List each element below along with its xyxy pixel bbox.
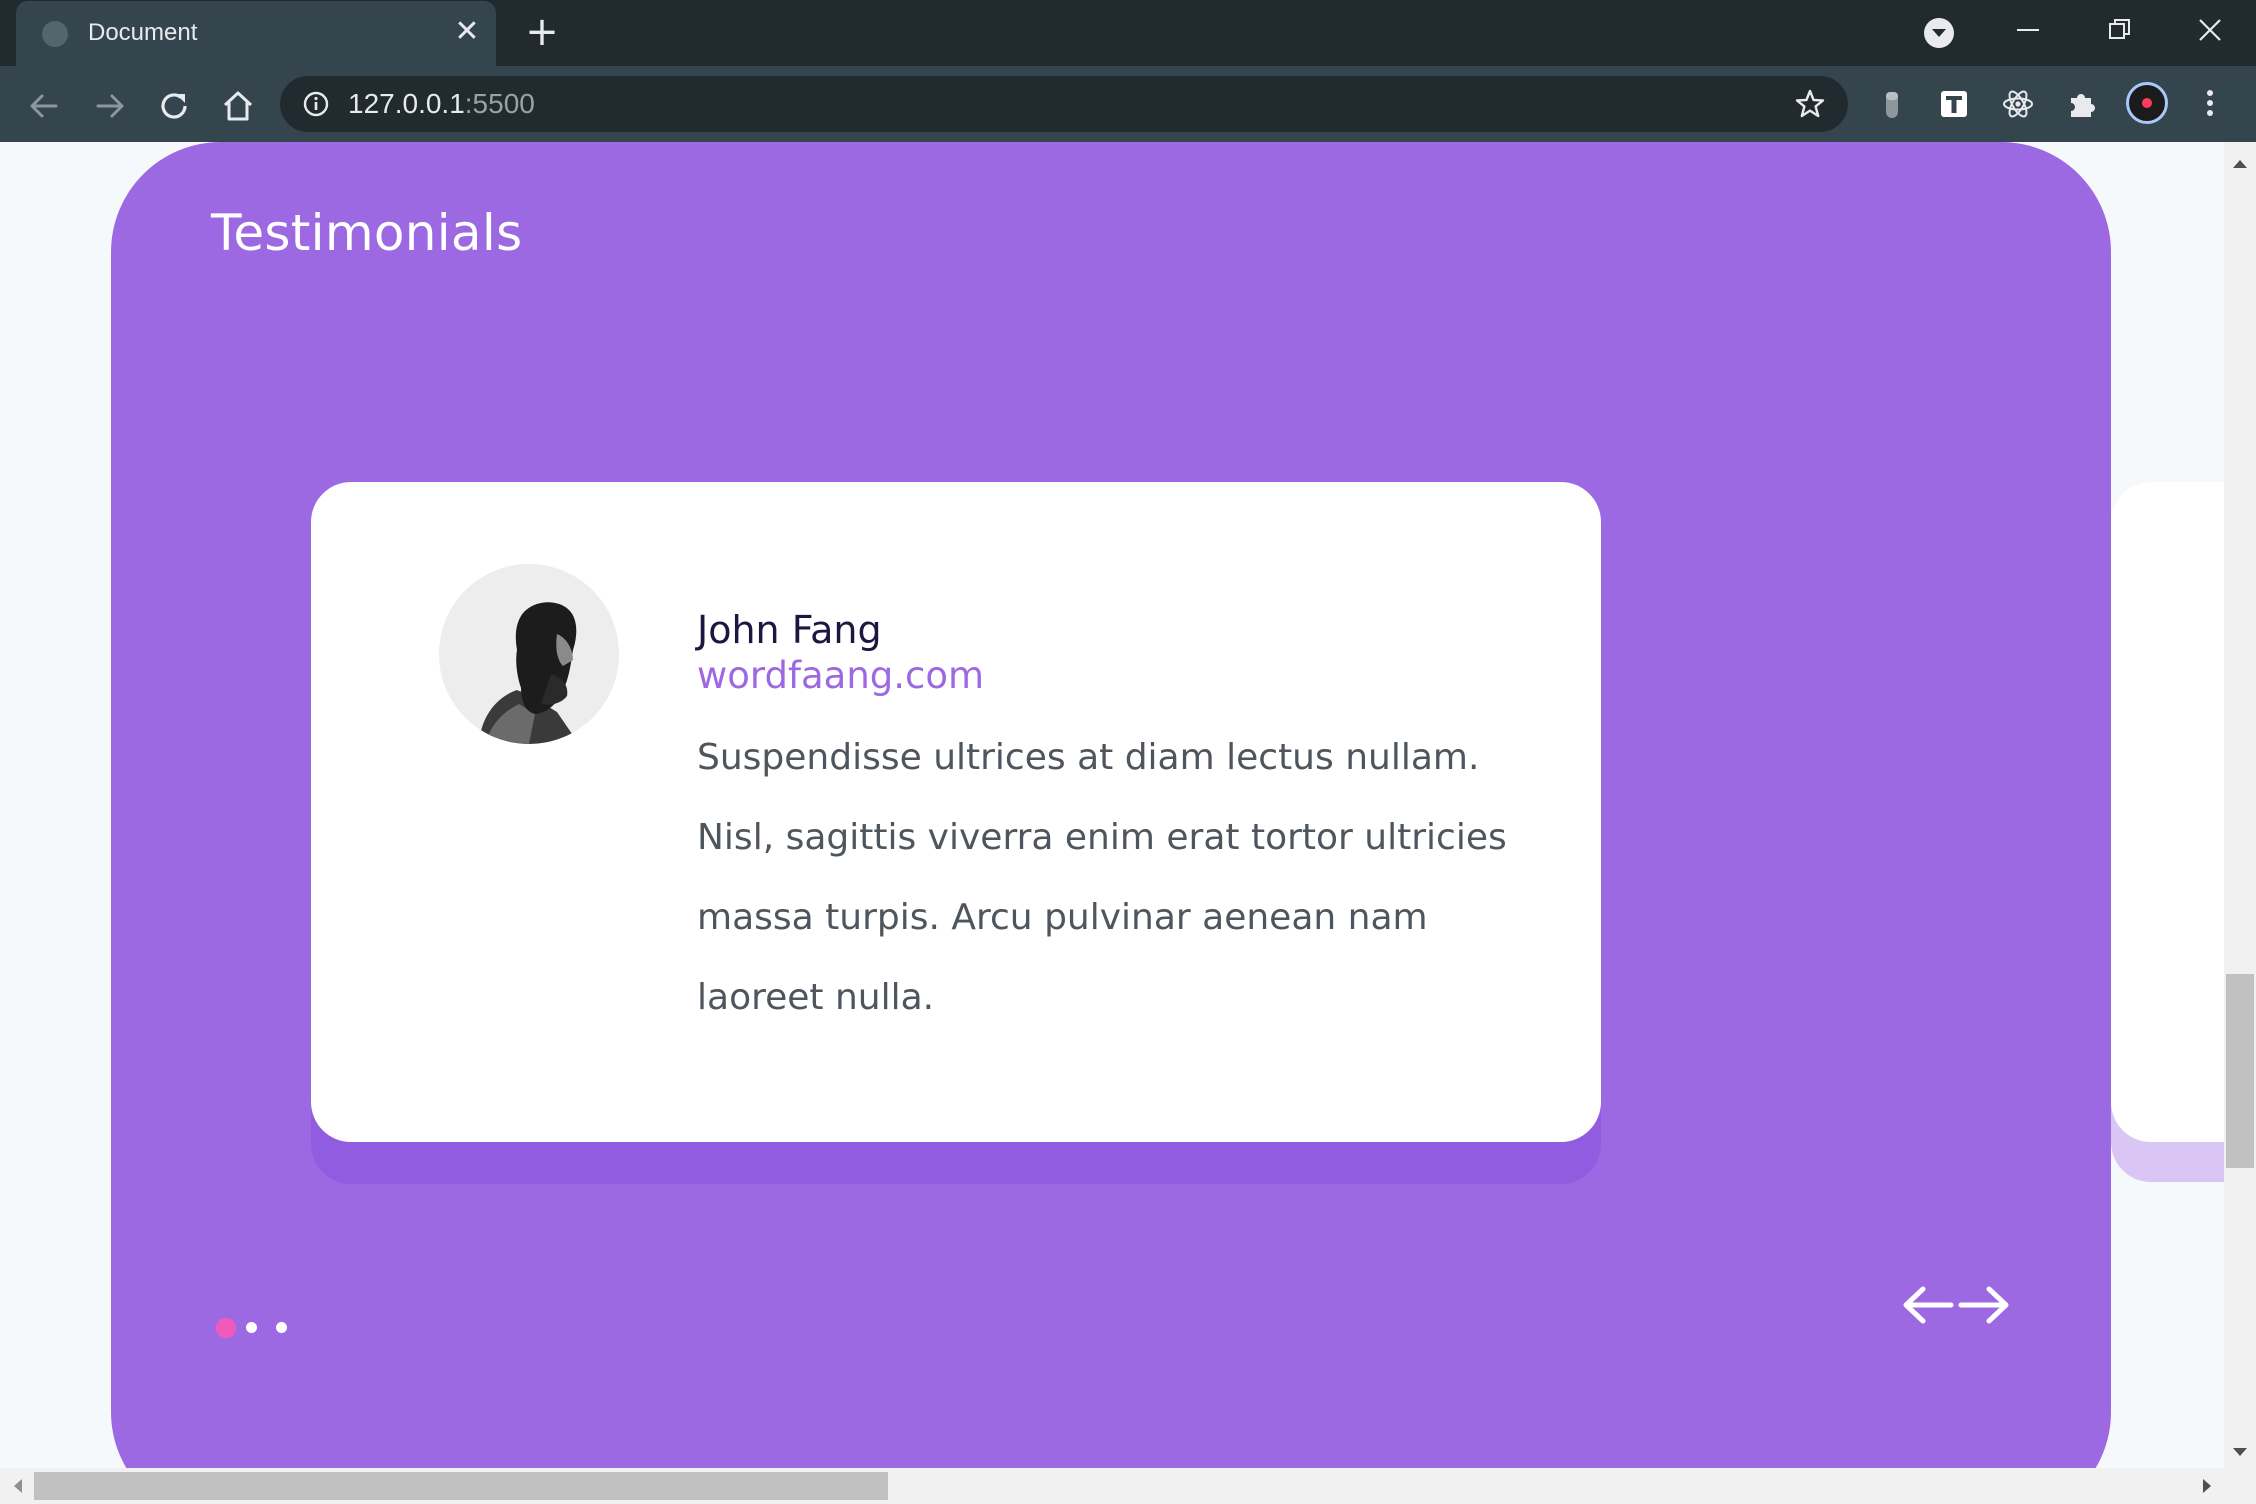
next-testimonial-card (2111, 482, 2224, 1142)
scroll-up-icon[interactable] (2224, 148, 2256, 178)
info-icon[interactable] (302, 90, 330, 118)
arrow-left-icon (30, 94, 58, 118)
minimize-button[interactable] (1998, 0, 2058, 58)
arrow-left-icon (1903, 1286, 1954, 1324)
avatar (439, 564, 619, 744)
testimonial-name: John Fang (697, 608, 882, 652)
home-button[interactable] (216, 84, 260, 128)
testimonials-section: Testimonials John Fang wordfaang.com Sus… (111, 142, 2111, 1468)
reload-icon (161, 93, 187, 119)
new-tab-button[interactable]: + (522, 12, 562, 52)
pagination-dot[interactable] (246, 1322, 257, 1333)
back-button[interactable] (22, 84, 66, 128)
page-viewport: Testimonials John Fang wordfaang.com Sus… (0, 142, 2224, 1468)
forward-button[interactable] (88, 84, 132, 128)
tab-title: Document (88, 19, 198, 46)
globe-icon (42, 21, 68, 47)
browser-tab[interactable]: Document ✕ (16, 1, 496, 66)
reload-button[interactable] (152, 84, 196, 128)
address-bar[interactable]: 127.0.0.1:5500 (280, 76, 1848, 132)
pagination-dot-active[interactable] (216, 1318, 236, 1338)
scroll-left-icon[interactable] (2, 1468, 32, 1504)
scroll-right-icon[interactable] (2192, 1468, 2222, 1504)
arrow-right-icon (96, 94, 124, 118)
scroll-down-icon[interactable] (2224, 1438, 2256, 1468)
restore-button[interactable] (2090, 0, 2150, 58)
url-text[interactable]: 127.0.0.1:5500 (348, 88, 535, 120)
carousel-prev-button[interactable] (1899, 1280, 1955, 1330)
t-extension-icon[interactable] (1936, 86, 1972, 122)
react-devtools-icon[interactable] (2000, 86, 2036, 122)
tab-search-button[interactable] (1924, 18, 1954, 48)
menu-dot (2207, 110, 2213, 116)
close-window-button[interactable] (2180, 0, 2240, 58)
arrow-right-icon (1958, 1286, 2009, 1324)
menu-dot (2207, 100, 2213, 106)
section-title: Testimonials (211, 204, 523, 262)
close-tab-button[interactable]: ✕ (450, 15, 484, 49)
home-icon (223, 91, 253, 121)
profile-avatar-button[interactable] (2126, 82, 2168, 124)
menu-dot (2207, 90, 2213, 96)
person-silhouette-icon (439, 564, 619, 744)
chevron-down-icon (1932, 29, 1946, 37)
horizontal-scroll-thumb[interactable] (34, 1472, 888, 1500)
close-icon (2199, 19, 2221, 41)
pagination-dot[interactable] (276, 1322, 287, 1333)
testimonial-card: John Fang wordfaang.com Suspendisse ultr… (311, 482, 1601, 1142)
puzzle-icon[interactable] (2064, 86, 2100, 122)
vertical-scrollbar[interactable] (2224, 142, 2256, 1504)
testimonial-quote: Suspendisse ultrices at diam lectus null… (697, 737, 1507, 1018)
star-icon[interactable] (1794, 88, 1826, 120)
tab-strip: Document ✕ + (0, 0, 2256, 66)
vertical-scroll-thumb[interactable] (2226, 974, 2254, 1168)
lock-extension-icon[interactable] (1874, 86, 1910, 122)
browser-menu-button[interactable] (2200, 86, 2220, 122)
carousel-next-button[interactable] (1957, 1280, 2013, 1330)
minimize-icon (2017, 29, 2039, 31)
profile-avatar-icon (2142, 98, 2152, 108)
restore-icon (2109, 19, 2130, 39)
testimonial-website-link[interactable]: wordfaang.com (697, 654, 984, 697)
